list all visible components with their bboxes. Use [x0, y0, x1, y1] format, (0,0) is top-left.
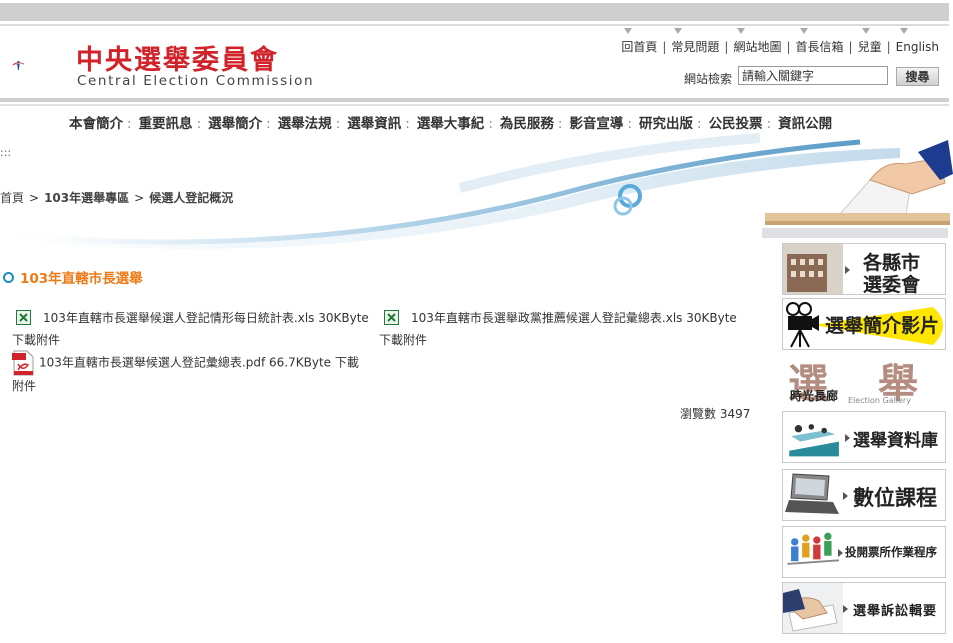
section-title: 103年直轄市長選舉: [3, 267, 143, 287]
excel-icon[interactable]: [16, 310, 31, 325]
writing-hand-icon: [783, 583, 843, 633]
marker-icon: [674, 28, 682, 34]
logo-english-name[interactable]: Central Election Commission: [77, 73, 314, 89]
file-size: 30KByte: [686, 311, 737, 325]
faq-link[interactable]: 常見問題: [671, 40, 719, 54]
home-link[interactable]: 回首頁: [621, 40, 657, 54]
sidebar-label: 選委會: [863, 274, 921, 295]
sidebar-label: 選舉簡介影片: [825, 315, 940, 337]
english-link[interactable]: English: [896, 40, 939, 54]
building-icon: [783, 244, 843, 294]
main-nav: 本會簡介: 重要訊息: 選舉簡介: 選舉法規: 選舉資訊: 選舉大事紀: 為民服務: 影音宣導…: [69, 116, 833, 132]
marker-icon: [900, 28, 908, 34]
nav-item-news[interactable]: 重要訊息: [139, 116, 193, 132]
nav-item-election-law[interactable]: 選舉法規: [278, 116, 332, 132]
file-item: 103年直轄市長選舉候選人登記情形每日統計表.xls 30KByte: [16, 309, 369, 326]
breadcrumb-current[interactable]: 候選人登記概況: [149, 191, 233, 205]
pdf-icon[interactable]: [12, 350, 34, 376]
excel-icon[interactable]: [384, 310, 399, 325]
marker-icon: [737, 28, 745, 34]
arrow-icon: [845, 434, 850, 442]
nav-item-about[interactable]: 本會簡介: [69, 116, 123, 132]
nav-divider-thin: [0, 104, 949, 106]
download-link[interactable]: 下載附件: [12, 331, 60, 348]
nav-item-media[interactable]: 影音宣導: [569, 116, 623, 132]
utility-links: 回首頁 | 常見問題 | 網站地圖 | 首長信箱 | 兒童 | English: [621, 40, 939, 54]
file-size: 30KByte: [318, 311, 369, 325]
file-item: 103年直轄市長選舉政黨推薦候選人登記彙總表.xls 30KByte: [384, 309, 737, 326]
search-label: 網站檢索: [684, 72, 733, 86]
sidebar-label: 投開票所作業程序: [845, 545, 937, 559]
file-size: 66.7KByte: [269, 355, 332, 370]
bullet-icon: [3, 271, 14, 283]
breadcrumb-separator: >: [134, 191, 145, 205]
file-link[interactable]: 103年直轄市長選舉候選人登記彙總表.pdf: [39, 356, 265, 370]
file-link[interactable]: 103年直轄市長選舉政黨推薦候選人登記彙總表.xls: [411, 311, 682, 325]
breadcrumb: 首頁 >103年選舉專區 > 候選人登記概況: [0, 189, 233, 206]
cec-logo-icon[interactable]: [12, 38, 74, 92]
attachment-label[interactable]: 附件: [12, 377, 36, 394]
nav-item-referendum[interactable]: 公民投票: [709, 116, 763, 132]
nav-item-election-info[interactable]: 選舉資訊: [347, 116, 401, 132]
top-bar: [0, 3, 949, 21]
arrow-icon: [838, 549, 843, 557]
breadcrumb-home[interactable]: 首頁: [0, 191, 24, 205]
sidebar-election-gallery[interactable]: 選舉 時光長廊 Election Gallery: [782, 355, 946, 407]
sidebar-litigation-summary[interactable]: 選舉訴訟輯要: [782, 582, 946, 634]
sidebar-label: 數位課程: [853, 486, 937, 510]
file-item: 103年直轄市長選舉候選人登記彙總表.pdf 66.7KByte 下載: [12, 350, 359, 376]
nav-item-election-intro[interactable]: 選舉簡介: [208, 116, 262, 132]
marker-icon: [800, 28, 808, 34]
arrow-icon: [843, 605, 848, 613]
nav-item-chronicle[interactable]: 選舉大事紀: [417, 116, 485, 132]
sidebar-election-video[interactable]: 選舉簡介影片: [782, 298, 946, 350]
nav-item-disclosure[interactable]: 資訊公開: [778, 116, 832, 132]
sidebar-sublabel-en: Election Gallery: [848, 396, 911, 405]
nav-divider: [0, 98, 949, 102]
search-input[interactable]: [738, 66, 888, 85]
marker-icon: [624, 28, 632, 34]
sidebar-digital-course[interactable]: 數位課程: [782, 469, 946, 521]
sidebar-label: 選舉訴訟輯要: [853, 604, 938, 619]
nav-item-services[interactable]: 為民服務: [500, 116, 554, 132]
section-title-text: 103年直轄市長選舉: [20, 271, 143, 287]
database-icon: [789, 424, 839, 457]
search-button[interactable]: 搜尋: [896, 67, 939, 86]
marker-icon: [862, 28, 870, 34]
view-count: 瀏覽數 3497: [680, 407, 751, 421]
sidebar-election-database[interactable]: 選舉資料庫: [782, 411, 946, 463]
arrow-icon: [845, 266, 850, 274]
sidebar-sublabel: 時光長廊: [790, 389, 839, 403]
sidebar-polling-procedures[interactable]: 投開票所作業程序: [782, 526, 946, 578]
download-link[interactable]: 下載附件: [379, 331, 427, 348]
sitemap-link[interactable]: 網站地圖: [733, 40, 781, 54]
kids-link[interactable]: 兒童: [858, 40, 882, 54]
mailbox-link[interactable]: 首長信箱: [796, 40, 844, 54]
laptop-icon: [785, 473, 839, 514]
nav-item-research[interactable]: 研究出版: [639, 116, 693, 132]
people-icon: [787, 532, 839, 565]
accesskey-marker[interactable]: :::: [0, 146, 11, 159]
logo-chinese-name[interactable]: 中央選舉委員會: [76, 38, 279, 77]
top-divider: [0, 24, 949, 26]
sidebar-label: 選舉資料庫: [853, 431, 938, 451]
download-link[interactable]: 下載: [335, 356, 359, 370]
breadcrumb-separator: >: [29, 191, 40, 205]
breadcrumb-level1[interactable]: 103年選舉專區: [44, 191, 129, 205]
sidebar-county-commission[interactable]: 各縣市 選委會: [782, 243, 946, 295]
file-link[interactable]: 103年直轄市長選舉候選人登記情形每日統計表.xls: [43, 311, 314, 325]
arrow-icon: [843, 492, 848, 500]
